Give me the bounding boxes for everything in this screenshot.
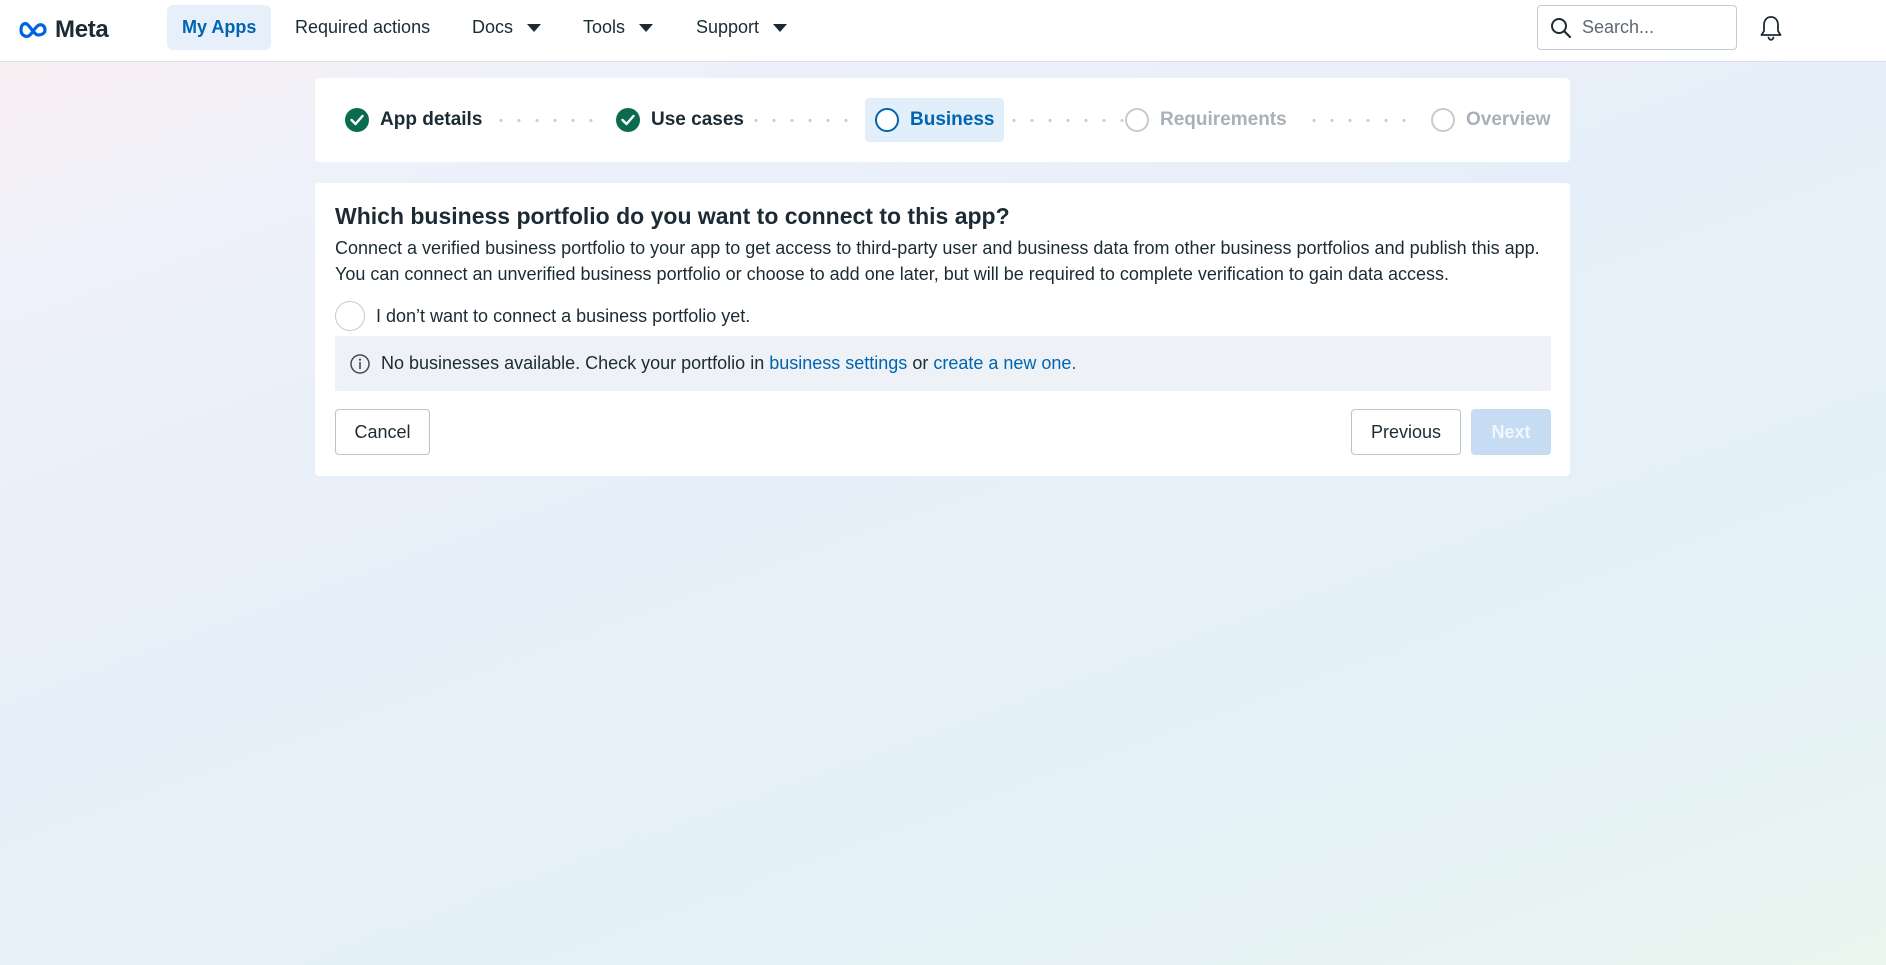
nav-tools[interactable]: Tools <box>568 5 668 50</box>
chevron-down-icon <box>639 23 654 32</box>
step-app-details[interactable]: App details <box>335 98 492 142</box>
page-title: Which business portfolio do you want to … <box>335 203 1010 229</box>
description-line-2: You can connect an unverified business p… <box>335 264 1450 284</box>
skip-business-radio[interactable] <box>335 301 365 331</box>
step-connector <box>1005 119 1125 122</box>
step-connector <box>1305 119 1415 122</box>
search-box[interactable] <box>1537 5 1737 50</box>
step-business[interactable]: Business <box>865 98 1005 142</box>
step-label: Use cases <box>651 109 744 130</box>
setup-stepper: App details Use cases Business Requireme… <box>315 78 1570 162</box>
meta-infinity-icon <box>19 22 47 38</box>
skip-business-label: I don’t want to connect a business portf… <box>376 305 751 326</box>
nav-my-apps[interactable]: My Apps <box>167 5 272 50</box>
business-portfolio-card: Which business portfolio do you want to … <box>315 183 1570 476</box>
meta-logo[interactable]: Meta <box>17 15 109 45</box>
nav-required-actions-label: Required actions <box>295 17 431 37</box>
nav-tools-label: Tools <box>583 17 626 37</box>
step-label: Overview <box>1466 109 1551 130</box>
step-label: App details <box>380 109 483 130</box>
next-button[interactable]: Next <box>1471 409 1551 455</box>
nav-support[interactable]: Support <box>681 5 802 50</box>
nav-my-apps-label: My Apps <box>182 17 257 37</box>
no-business-notice: No businesses available. Check your port… <box>335 336 1551 391</box>
nav-docs[interactable]: Docs <box>457 5 556 50</box>
check-circle-icon <box>345 108 369 132</box>
step-connector <box>747 119 857 122</box>
search-input[interactable] <box>1582 17 1722 38</box>
brand-name: Meta <box>55 16 109 43</box>
info-icon <box>350 353 370 374</box>
top-navigation: Meta My Apps Required actions Docs Tools… <box>0 0 1886 62</box>
step-label: Requirements <box>1160 109 1287 130</box>
step-connector <box>492 119 602 122</box>
pending-step-circle-icon <box>1431 108 1455 132</box>
notice-text-before: No businesses available. Check your port… <box>381 353 765 373</box>
step-overview[interactable]: Overview <box>1421 98 1561 142</box>
chevron-down-icon <box>773 23 788 32</box>
skip-business-option[interactable]: I don’t want to connect a business portf… <box>335 301 750 331</box>
notice-text: No businesses available. Check your port… <box>381 353 1076 374</box>
check-circle-icon <box>616 108 640 132</box>
create-new-business-link[interactable]: create a new one. <box>933 353 1076 373</box>
chevron-down-icon <box>527 23 542 32</box>
nav-docs-label: Docs <box>472 17 514 37</box>
search-icon <box>1551 17 1572 38</box>
current-step-circle-icon <box>875 108 899 132</box>
nav-support-label: Support <box>696 17 760 37</box>
pending-step-circle-icon <box>1125 108 1149 132</box>
notice-text-mid: or <box>912 353 929 373</box>
previous-button[interactable]: Previous <box>1351 409 1461 455</box>
step-label: Business <box>910 109 995 130</box>
business-settings-link[interactable]: business settings <box>769 353 907 373</box>
step-requirements[interactable]: Requirements <box>1115 98 1297 142</box>
nav-required-actions[interactable]: Required actions <box>280 5 445 50</box>
cancel-button[interactable]: Cancel <box>335 409 430 455</box>
description-line-1: Connect a verified business portfolio to… <box>335 238 1540 258</box>
notification-bell-icon[interactable] <box>1758 14 1784 42</box>
step-use-cases[interactable]: Use cases <box>606 98 754 142</box>
page-description: Connect a verified business portfolio to… <box>335 235 1555 287</box>
